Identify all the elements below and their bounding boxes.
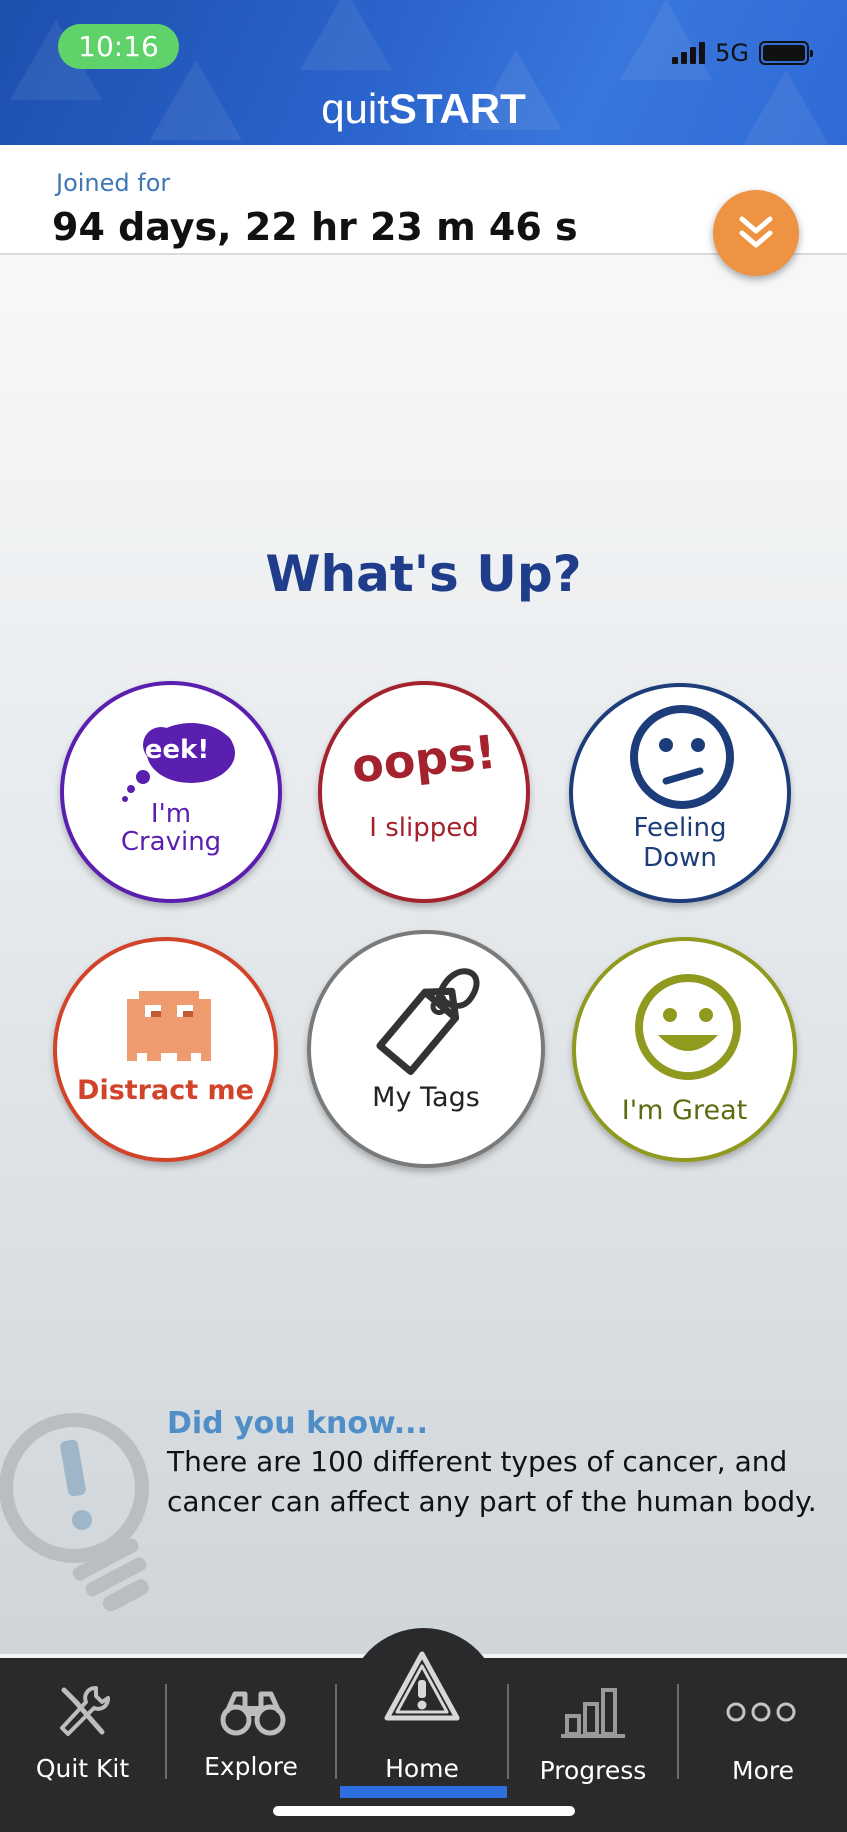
smile-face-icon bbox=[635, 974, 741, 1080]
joined-label: Joined for bbox=[56, 169, 171, 197]
distract-me-label: Distract me bbox=[77, 1075, 254, 1106]
home-indicator[interactable] bbox=[273, 1806, 575, 1816]
tab-more[interactable]: More bbox=[679, 1662, 847, 1792]
tools-icon bbox=[60, 1686, 110, 1736]
craving-label-2: Craving bbox=[120, 827, 222, 857]
meh-face-icon bbox=[630, 705, 734, 809]
app-title-light: quit bbox=[321, 85, 389, 132]
tab-explore-label: Explore bbox=[204, 1752, 298, 1781]
status-time: 10:16 bbox=[58, 24, 179, 69]
my-tags-label: My Tags bbox=[372, 1082, 480, 1113]
im-great-button[interactable]: I'm Great bbox=[572, 937, 797, 1162]
craving-button[interactable]: eek! I'm Craving bbox=[60, 681, 282, 903]
tab-progress[interactable]: Progress bbox=[509, 1662, 677, 1792]
craving-label-1: I'm bbox=[150, 799, 192, 829]
tab-home[interactable]: Home bbox=[337, 1651, 507, 1792]
warning-triangle-icon bbox=[384, 1651, 460, 1721]
binoculars-icon bbox=[220, 1691, 286, 1736]
tab-quit-kit[interactable]: Quit Kit bbox=[0, 1662, 165, 1792]
double-chevron-down-icon bbox=[739, 216, 773, 248]
tab-quit-kit-label: Quit Kit bbox=[35, 1754, 130, 1783]
app-title: quitSTART bbox=[0, 84, 847, 134]
app-header: 10:16 5G quitSTART bbox=[0, 0, 847, 145]
battery-icon bbox=[759, 41, 813, 65]
whats-up-heading: What's Up? bbox=[265, 545, 582, 603]
ghost-icon bbox=[127, 991, 211, 1061]
tab-progress-label: Progress bbox=[539, 1756, 647, 1785]
network-type: 5G bbox=[715, 39, 749, 67]
slipped-button[interactable]: oops! I slipped bbox=[318, 681, 530, 903]
tab-explore[interactable]: Explore bbox=[167, 1662, 335, 1792]
joined-duration: 94 days, 22 hr 23 m 46 s bbox=[52, 205, 578, 249]
expand-button[interactable] bbox=[713, 190, 799, 276]
more-dots-icon bbox=[726, 1702, 796, 1722]
status-indicators: 5G bbox=[672, 38, 813, 68]
feeling-down-label-1: Feeling bbox=[633, 813, 727, 843]
feeling-down-label-2: Down bbox=[643, 843, 717, 873]
tip-text: There are 100 different types of cancer,… bbox=[167, 1445, 817, 1518]
craving-badge: eek! bbox=[144, 735, 210, 765]
active-tab-indicator bbox=[340, 1786, 507, 1798]
app-title-bold: START bbox=[388, 85, 526, 132]
signal-icon bbox=[672, 42, 706, 64]
my-tags-button[interactable]: My Tags bbox=[307, 930, 545, 1168]
tab-home-label: Home bbox=[385, 1754, 459, 1783]
tag-icon bbox=[376, 968, 480, 1075]
tip-title: Did you know... bbox=[167, 1406, 428, 1441]
distract-me-button[interactable]: Distract me bbox=[53, 937, 278, 1162]
im-great-label: I'm Great bbox=[621, 1095, 748, 1126]
slipped-label: I slipped bbox=[369, 813, 479, 843]
lightbulb-icon bbox=[0, 1413, 149, 1612]
feeling-down-button[interactable]: Feeling Down bbox=[569, 683, 791, 903]
tab-more-label: More bbox=[732, 1756, 794, 1785]
slipped-badge: oops! bbox=[349, 724, 499, 794]
bar-chart-icon bbox=[561, 1688, 625, 1738]
